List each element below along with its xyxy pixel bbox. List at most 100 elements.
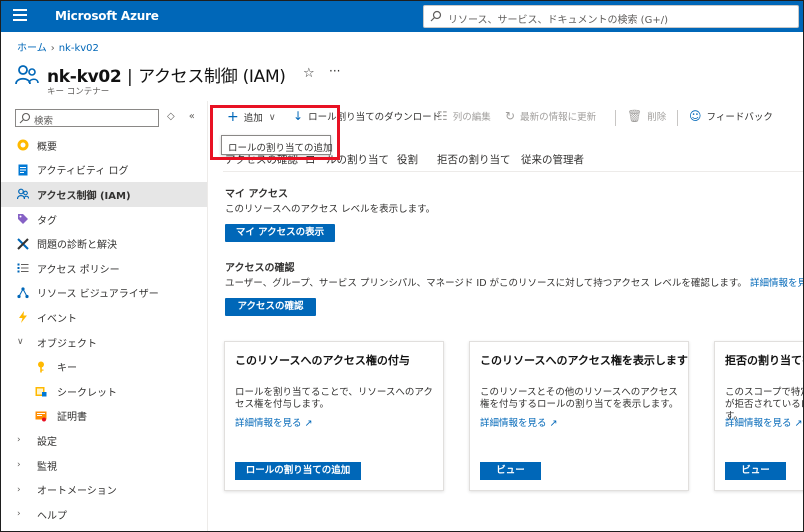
check-access-description: ユーザー、グループ、サービス プリンシパル、マネージド ID がこのリソースに対… [225,275,803,289]
card-title: 拒否の割り当てを [725,354,803,367]
title-separator: | [127,67,133,87]
edit-columns-label: 列の編集 [452,112,491,123]
people-icon [16,188,30,200]
external-link-icon: ↗ [794,418,803,429]
favorite-star-icon[interactable]: ☆ [303,66,315,81]
chevron-down-icon: ∨ [17,337,24,348]
feedback-label: フィードバック [706,112,773,123]
card-title: このリソースへのアクセス権の付与 [235,354,410,367]
card-description: ロールを割り当てることで、リソースへのアクセス権を付与します。 [235,387,433,410]
sidebar-group-help[interactable]: › ヘルプ [1,502,207,527]
resource-name: nk-kv02 [47,67,122,87]
card-learn-more-link[interactable]: 詳細情報を見る ↗ [480,415,558,429]
card-learn-more-link[interactable]: 詳細情報を見る ↗ [235,415,313,429]
activity-log-icon [17,164,29,176]
sidebar-item-label: ヘルプ [37,510,67,522]
add-role-assignment-button[interactable]: ロールの割り当ての追加 [235,462,361,480]
card-learn-more-link[interactable]: 詳細情報を見る ↗ [725,415,803,429]
sidebar-item-label: アクティビティ ログ [37,166,129,178]
overview-icon [17,139,29,151]
command-separator [677,110,678,126]
external-link-icon: ↗ [549,418,558,429]
tab-classic-administrators[interactable]: 従来の管理者 [521,152,584,167]
chevron-right-icon: › [17,435,21,446]
check-access-text: ユーザー、グループ、サービス プリンシパル、マネージド ID がこのリソースに対… [225,278,747,289]
sidebar-tools: ◇ « [167,111,209,122]
card-grant-access: このリソースへのアクセス権の付与 ロールを割り当てることで、リソースへのアクセス… [224,341,444,491]
sidebar-item-label: アクセス ポリシー [37,264,120,276]
more-options-icon[interactable]: ··· [329,64,340,78]
sidebar-item-label: タグ [37,215,57,227]
sidebar-item-overview[interactable]: 概要 [1,133,207,158]
sidebar-item-certificates[interactable]: 証明書 [1,404,207,429]
tag-icon [17,213,29,225]
check-access-heading: アクセスの確認 [225,263,295,274]
feedback-icon: ☺ [689,109,702,123]
sidebar-item-label: オートメーション [37,486,117,498]
trash-icon: 🗑 [627,109,643,123]
sidebar-item-events[interactable]: イベント [1,305,207,330]
my-access-description: このリソースへのアクセス レベルを表示します。 [225,204,436,215]
sidebar-search-input[interactable]: 検索 [15,109,159,127]
sidebar: 概要 アクティビティ ログ アクセス制御 (IAM) タグ 問題の診断と解決 ア… [1,133,207,527]
check-access-button[interactable]: アクセスの確認 [225,298,316,316]
sidebar-item-diagnose[interactable]: 問題の診断と解決 [1,231,207,256]
tab-deny-assignments[interactable]: 拒否の割り当て [437,152,511,167]
sidebar-item-secrets[interactable]: シークレット [1,379,207,404]
sidebar-item-label: 概要 [37,141,57,153]
global-search-input[interactable]: リソース、サービス、ドキュメントの検索 (G+/) [423,5,799,28]
my-access-heading: マイ アクセス [225,189,288,200]
sidebar-item-label: オブジェクト [37,338,97,350]
card-deny-assignments: 拒否の割り当てを このスコープで特定のアクションへのアクセスが拒否されているロー… [714,341,803,491]
sidebar-group-automation[interactable]: › オートメーション [1,477,207,502]
hamburger-menu-icon[interactable] [13,9,27,23]
global-search-placeholder: リソース、サービス、ドキュメントの検索 (G+/) [448,15,668,26]
breadcrumb-resource[interactable]: nk-kv02 [59,43,99,54]
page-name: アクセス制御 (IAM) [138,67,286,87]
breadcrumb: ホーム › nk-kv02 [17,39,99,54]
sidebar-item-tags[interactable]: タグ [1,207,207,232]
visualizer-icon [17,287,29,299]
sidebar-item-label: 証明書 [57,412,87,424]
brand-title[interactable]: Microsoft Azure [55,9,159,23]
refresh-button[interactable]: ↻ 最新の情報に更新 [505,109,596,123]
refresh-label: 最新の情報に更新 [520,112,597,123]
sidebar-item-activity-log[interactable]: アクティビティ ログ [1,158,207,183]
view-button[interactable]: ビュー [725,462,786,480]
view-button[interactable]: ビュー [480,462,541,480]
sidebar-group-objects[interactable]: ∨ オブジェクト [1,330,207,355]
chevron-right-icon: › [17,484,21,495]
feedback-button[interactable]: ☺ フィードバック [689,109,773,123]
delete-button[interactable]: 🗑 削除 [627,109,666,123]
sidebar-group-monitoring[interactable]: › 監視 [1,453,207,478]
external-link-icon: ↗ [304,418,313,429]
tab-roles[interactable]: 役割 [397,152,418,167]
highlight-box [210,105,340,160]
card-title: このリソースへのアクセス権を表示します [480,354,688,367]
key-icon [35,361,47,373]
sidebar-item-label: アクセス制御 (IAM) [37,190,131,202]
sidebar-item-visualizer[interactable]: リソース ビジュアライザー [1,281,207,306]
wrench-icon [17,237,29,250]
sidebar-group-settings[interactable]: › 設定 [1,428,207,453]
resource-type: キー コンテナー [47,87,110,97]
sidebar-search-placeholder: 検索 [34,116,54,127]
sidebar-item-access-policy[interactable]: アクセス ポリシー [1,256,207,281]
edit-columns-button[interactable]: ☷ 列の編集 [437,109,491,123]
collapse-sidebar-icon[interactable]: « [189,111,195,122]
sidebar-item-label: イベント [37,313,77,325]
lightning-icon [17,311,29,324]
sidebar-item-label: シークレット [57,387,117,399]
sidebar-item-keys[interactable]: キー [1,354,207,379]
breadcrumb-home[interactable]: ホーム [17,43,47,54]
expand-collapse-icon[interactable]: ◇ [167,111,175,122]
learn-more-link[interactable]: 詳細情報を見る [750,278,803,289]
tab-divider [223,171,803,172]
sidebar-item-label: 問題の診断と解決 [37,240,117,252]
refresh-icon: ↻ [505,109,516,123]
sidebar-item-label: 監視 [37,461,57,473]
card-view-access: このリソースへのアクセス権を表示します このリソースとその他のリソースへのアクセ… [469,341,689,491]
view-my-access-button[interactable]: マイ アクセスの表示 [225,224,335,242]
sidebar-item-iam[interactable]: アクセス制御 (IAM) [1,182,207,207]
list-icon [17,262,29,274]
